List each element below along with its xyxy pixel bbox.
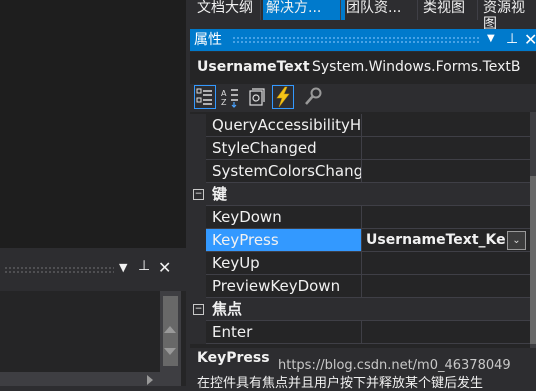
property-value[interactable] [362,252,530,275]
tab-divider [477,0,478,20]
collapse-icon[interactable]: − [193,304,204,315]
horizontal-scrollbar[interactable] [0,372,160,386]
property-name[interactable]: StyleChanged [212,137,362,160]
titlebar-grip[interactable] [232,36,480,44]
events-icon[interactable] [272,85,294,109]
tab-divider [260,0,261,20]
row-gutter [190,321,206,344]
property-value[interactable] [362,137,530,160]
row-divider [206,343,530,344]
scroll-right-icon[interactable] [147,375,153,385]
row-gutter [190,160,206,183]
tab-resource-view[interactable]: 资源视图 [480,0,536,32]
chevron-down-icon[interactable]: ▼ [487,33,495,44]
row-gutter [190,229,206,252]
svg-text:A: A [221,89,227,98]
collapse-icon[interactable]: − [193,189,204,200]
category-row[interactable] [206,298,530,321]
tab-class-view[interactable]: 类视图 [420,0,468,20]
property-name[interactable]: KeyDown [212,206,362,229]
pin-icon[interactable]: ⊥ [506,31,518,47]
category-label: 键 [212,185,228,203]
panel-grip[interactable] [4,266,114,274]
properties-toolbar [190,84,536,112]
description-text: 在控件具有焦点并且用户按下并释放某个键后发生 [197,376,484,391]
property-name[interactable]: KeyPress [206,229,362,252]
chevron-down-icon[interactable]: ▼ [119,261,127,274]
tab-divider [417,0,418,20]
property-value[interactable] [362,275,530,298]
tab-divider [340,0,341,20]
property-pages-icon[interactable] [303,86,323,108]
property-name[interactable]: KeyUp [212,252,362,275]
scroll-up-icon[interactable] [164,326,176,333]
code-editor-area[interactable] [0,0,186,248]
property-value[interactable] [362,160,530,183]
close-icon[interactable]: ✕ [524,30,536,49]
property-name[interactable]: SystemColorsChange [212,160,362,183]
row-gutter [190,114,206,137]
dropdown-arrow-icon[interactable]: ⌄ [507,231,526,250]
properties-icon[interactable] [247,86,267,108]
description-title: KeyPress [197,350,270,366]
panel-title: 属性 [194,32,222,48]
row-gutter [190,137,206,160]
property-value[interactable] [362,114,530,137]
row-gutter [190,275,206,298]
property-value[interactable] [362,206,530,229]
property-name[interactable]: Enter [212,321,362,344]
tab-solution-explorer[interactable]: 解决方... [263,0,345,20]
scroll-down-icon[interactable] [164,348,176,355]
category-row[interactable] [206,183,530,206]
pin-icon[interactable]: ⊥ [138,258,150,274]
tab-team-explorer[interactable]: 团队资... [343,0,404,20]
property-value[interactable] [362,321,530,344]
property-value[interactable]: UsernameText_Key ⌄ [362,229,530,252]
object-type: System.Windows.Forms.TextB [312,59,521,75]
category-label: 焦点 [212,300,243,318]
property-name[interactable]: PreviewKeyDown [212,275,362,298]
row-gutter [190,252,206,275]
alphabetical-icon[interactable]: A Z [220,86,240,108]
row-gutter [190,206,206,229]
object-name: UsernameText [197,59,310,75]
grid-scrollbar-thumb[interactable] [530,176,536,344]
property-name[interactable]: QueryAccessibilityHe [212,114,362,137]
close-icon[interactable]: ✕ [158,258,171,277]
categorized-icon[interactable] [194,85,216,109]
watermark: https://blog.csdn.net/m0_46378049 [278,358,511,373]
property-value-text: UsernameText_Key [366,232,506,248]
tab-document-outline[interactable]: 文档大纲 [194,0,256,20]
svg-text:Z: Z [221,98,227,107]
